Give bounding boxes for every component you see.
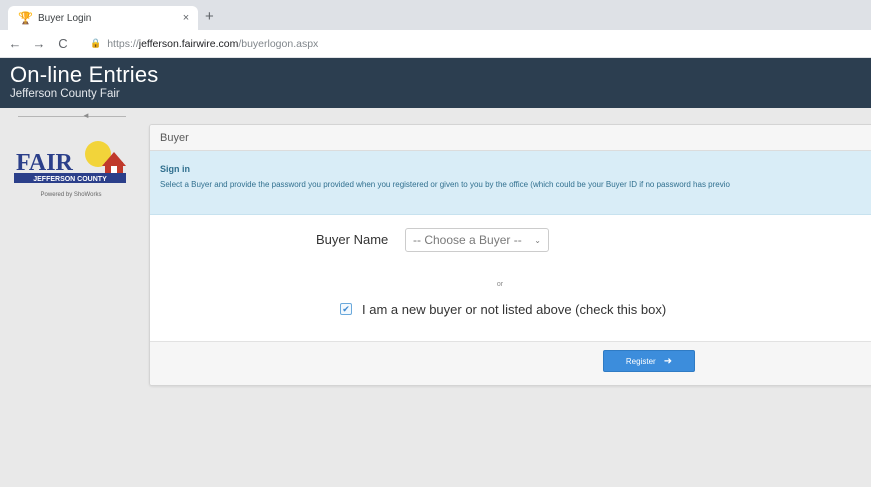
- app-header: On-line Entries Jefferson County Fair: [0, 58, 871, 108]
- barn-door: [111, 166, 117, 174]
- arrow-right-icon: →: [32, 36, 46, 51]
- new-buyer-label[interactable]: I am a new buyer or not listed above (ch…: [362, 302, 666, 317]
- tab-title: Buyer Login: [38, 12, 92, 24]
- buyer-name-row: Buyer Name -- Choose a Buyer -- ⌄: [150, 225, 850, 255]
- close-tab-icon[interactable]: ×: [174, 12, 198, 24]
- powered-by[interactable]: Powered by ShoWorks: [14, 192, 128, 198]
- logo-word: FAIR: [16, 150, 74, 176]
- sidebar-collapse[interactable]: ◄: [18, 111, 126, 120]
- url-host: jefferson.fairwire.com: [138, 37, 239, 50]
- logo-banner-text: JEFFERSON COUNTY: [33, 176, 107, 183]
- trophy-icon: 🏆: [18, 11, 33, 25]
- register-button[interactable]: Register ➜: [603, 350, 695, 372]
- alert-text: Select a Buyer and provide the password …: [160, 180, 730, 189]
- register-label: Register: [625, 356, 656, 366]
- address-bar[interactable]: 🔒 https://jefferson.fairwire.com/buyerlo…: [82, 33, 842, 55]
- new-buyer-checkbox[interactable]: ✔: [340, 303, 352, 315]
- forward-button[interactable]: →: [30, 36, 48, 51]
- browser-tabstrip: 🏆 Buyer Login × +: [0, 0, 871, 30]
- arrow-right-icon: ➜: [663, 355, 673, 367]
- chevron-down-icon: ⌄: [534, 235, 541, 245]
- browser-toolbar: ← → C 🔒 https://jefferson.fairwire.com/b…: [0, 30, 871, 58]
- buyer-panel: Buyer Sign in Select a Buyer and provide…: [149, 124, 871, 386]
- panel-footer: Register ➜: [150, 341, 871, 385]
- or-separator: or: [496, 281, 504, 288]
- reload-button[interactable]: C: [54, 36, 72, 51]
- buyer-name-label: Buyer Name: [316, 232, 389, 247]
- chevron-left-icon: ◄: [82, 111, 90, 120]
- back-button[interactable]: ←: [6, 36, 24, 51]
- browser-tab[interactable]: 🏆 Buyer Login ×: [8, 6, 198, 30]
- buyer-select-value: -- Choose a Buyer --: [413, 233, 522, 247]
- fair-logo: FAIR JEFFERSON COUNTY: [14, 141, 126, 183]
- new-tab-button[interactable]: +: [205, 8, 214, 25]
- page-title[interactable]: On-line Entries: [10, 62, 159, 88]
- check-icon: ✔: [342, 303, 350, 314]
- url-path: /buyerlogon.aspx: [238, 37, 319, 50]
- lock-icon: 🔒: [90, 38, 102, 48]
- panel-heading: Buyer: [150, 125, 871, 151]
- url-scheme: https://: [107, 37, 139, 50]
- reload-icon: C: [58, 36, 68, 51]
- sign-in-alert: Sign in Select a Buyer and provide the p…: [150, 151, 871, 215]
- buyer-select[interactable]: -- Choose a Buyer -- ⌄: [405, 228, 549, 252]
- arrow-left-icon: ←: [8, 36, 22, 51]
- fair-name: Jefferson County Fair: [10, 88, 120, 100]
- alert-title: Sign in: [160, 164, 190, 174]
- new-buyer-row[interactable]: ✔ I am a new buyer or not listed above (…: [340, 299, 666, 319]
